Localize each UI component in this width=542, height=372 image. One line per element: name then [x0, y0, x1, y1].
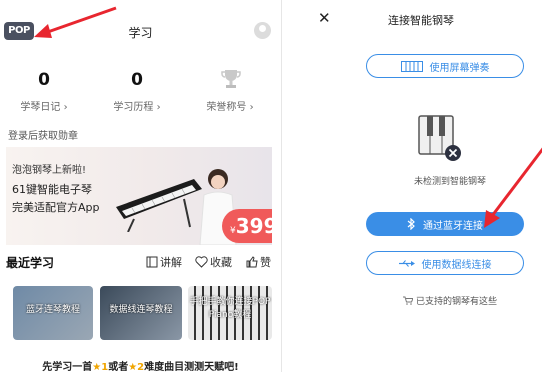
- supported-pianos-label: 已支持的钢琴有这些: [415, 297, 497, 307]
- stat-diary-label: 学琴日记 ›: [20, 102, 68, 113]
- stat-history-value: 0: [131, 70, 143, 90]
- connect-piano-screen: ✕ 连接智能钢琴 使用屏幕弹奏 未检测到智能钢琴 通过蓝牙连接 使用数据线连接 …: [282, 0, 542, 372]
- star-icon: ★2: [128, 362, 145, 372]
- piano-disconnected-icon: [418, 115, 461, 161]
- cart-icon: [402, 296, 414, 305]
- stat-history-label: 学习历程 ›: [113, 102, 161, 113]
- tool-like[interactable]: 赞: [246, 254, 271, 270]
- screen-keyboard-button[interactable]: 使用屏幕弹奏: [366, 54, 524, 78]
- tool-favorite[interactable]: 收藏: [195, 254, 232, 270]
- promo-part: 难度曲目测测天赋吧!: [144, 362, 239, 372]
- tool-explain[interactable]: 讲解: [146, 254, 182, 270]
- screen-keyboard-label: 使用屏幕弹奏: [429, 62, 490, 74]
- tutorial-card-title: 数据线连琴教程: [109, 305, 173, 315]
- stat-honor[interactable]: 荣誉称号 ›: [190, 70, 270, 113]
- stat-history[interactable]: 0 学习历程 ›: [97, 70, 177, 113]
- usb-connect-button[interactable]: 使用数据线连接: [366, 251, 524, 275]
- promo-part: 先学习一首: [42, 362, 93, 372]
- tutorial-card-title: 手把手教你连接POP Piano教程: [189, 297, 271, 320]
- tool-explain-label: 讲解: [160, 256, 182, 269]
- bluetooth-icon: [407, 218, 415, 230]
- learn-screen: POP 学习 0 学琴日记 › 0 学习历程 › 荣誉称号 › 登录后获取勋章 …: [0, 0, 281, 372]
- tutorial-card-usb[interactable]: 数据线连琴教程: [100, 286, 182, 340]
- page-title: 连接智能钢琴: [388, 14, 454, 27]
- keyboard-image: [116, 179, 202, 232]
- stat-diary[interactable]: 0 学琴日记 ›: [4, 70, 84, 113]
- stat-diary-value: 0: [38, 70, 50, 90]
- red-arrow-annotation: [484, 147, 542, 228]
- thumb-up-icon: [246, 256, 258, 268]
- tool-like-label: 赞: [260, 256, 271, 269]
- supported-pianos-link[interactable]: 已支持的钢琴有这些: [282, 294, 542, 307]
- tool-favorite-label: 收藏: [210, 256, 232, 269]
- tutorial-card-bluetooth[interactable]: 蓝牙连琴教程: [13, 286, 93, 340]
- stat-honor-label: 荣誉称号 ›: [206, 102, 254, 113]
- heart-icon: [195, 256, 208, 268]
- price-badge: ¥399: [222, 209, 272, 243]
- banner-line2: 61键智能电子琴: [12, 183, 92, 196]
- usb-icon: [398, 259, 415, 267]
- promo-banner[interactable]: 泡泡钢琴上新啦! 61键智能电子琴 完美适配官方App ¥399: [6, 147, 272, 245]
- section-title-recent: 最近学习: [6, 256, 55, 270]
- login-hint[interactable]: 登录后获取勋章: [8, 127, 78, 142]
- tutorial-card-pop[interactable]: 手把手教你连接POP Piano教程: [188, 286, 272, 340]
- promo-text[interactable]: 先学习一首★1或者★2难度曲目测测天赋吧!: [0, 358, 281, 372]
- tutorial-card-title: 蓝牙连琴教程: [25, 305, 80, 315]
- avatar[interactable]: [254, 22, 271, 39]
- banner-line1: 泡泡钢琴上新啦!: [12, 165, 87, 176]
- promo-part: 或者: [108, 362, 129, 372]
- book-icon: [146, 256, 158, 268]
- usb-connect-label: 使用数据线连接: [421, 259, 492, 271]
- page-title: 学习: [128, 26, 153, 40]
- star-icon: ★1: [92, 362, 109, 372]
- banner-line3: 完美适配官方App: [12, 201, 100, 214]
- keyboard-icon: [400, 60, 423, 72]
